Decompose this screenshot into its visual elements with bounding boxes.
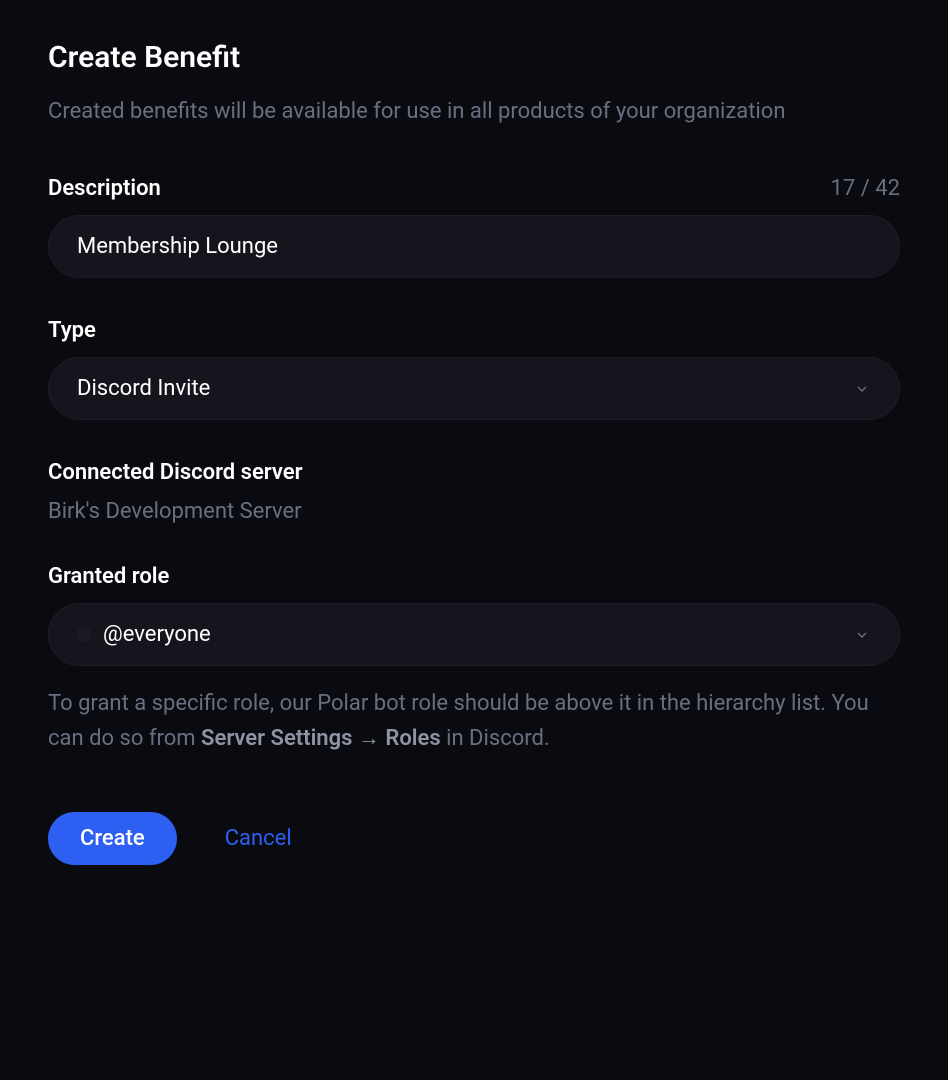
type-select[interactable]: Discord Invite [48,357,900,420]
cancel-button[interactable]: Cancel [225,826,292,851]
page-title: Create Benefit [48,40,900,75]
chevron-down-icon [853,626,871,644]
type-group: Type Discord Invite [48,318,900,420]
granted-role-group: Granted role @everyone To grant a specif… [48,564,900,756]
type-label: Type [48,318,96,343]
description-input[interactable] [48,215,900,278]
description-char-counter: 17 / 42 [831,176,900,201]
granted-role-select[interactable]: @everyone [48,603,900,666]
granted-role-help: To grant a specific role, our Polar bot … [48,686,900,756]
granted-role-select-value: @everyone [103,622,211,647]
type-select-value: Discord Invite [77,376,210,401]
role-color-icon [77,628,91,642]
granted-role-label: Granted role [48,564,169,589]
description-group: Description 17 / 42 [48,176,900,278]
chevron-down-icon [853,380,871,398]
connected-server-group: Connected Discord server Birk's Developm… [48,460,900,524]
create-button[interactable]: Create [48,812,177,865]
connected-server-value: Birk's Development Server [48,499,900,524]
description-label: Description [48,176,161,201]
connected-server-label: Connected Discord server [48,460,303,485]
button-row: Create Cancel [48,812,900,865]
page-subtitle: Created benefits will be available for u… [48,95,900,128]
